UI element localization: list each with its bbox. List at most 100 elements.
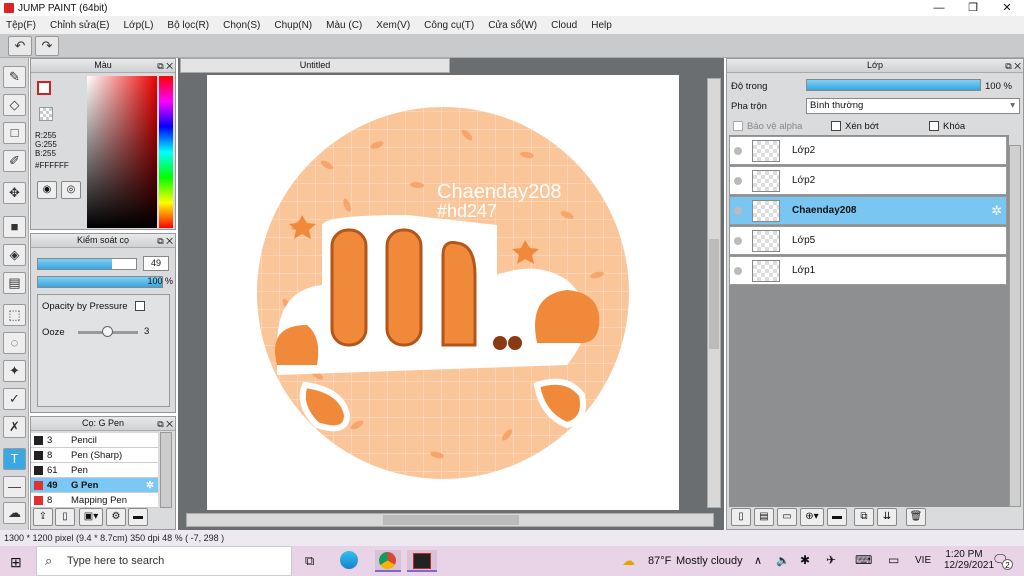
panel-controls-icon[interactable]: ⧉ ✕ [157, 60, 173, 73]
visibility-icon[interactable] [734, 267, 742, 275]
task-view-icon[interactable]: ⧉ [305, 553, 314, 569]
close-button[interactable]: ✕ [990, 0, 1024, 16]
vertical-scroll-thumb[interactable] [709, 239, 719, 349]
undo-button[interactable]: ↶ [8, 36, 32, 56]
chrome-taskbar-item[interactable] [375, 550, 401, 572]
menu-edit[interactable]: Chỉnh sửa(E) [50, 20, 110, 31]
menu-select[interactable]: Chọn(S) [223, 20, 260, 31]
layer-add-menu-icon[interactable]: ⊕▾ [800, 508, 824, 526]
ooze-slider-knob[interactable] [102, 326, 113, 337]
color-saturation-picker[interactable] [87, 76, 157, 228]
move-tool-icon[interactable]: ✥ [3, 182, 26, 204]
brush-size-field[interactable]: 49 [143, 256, 169, 271]
duplicate-layer-icon[interactable]: ⧉ [854, 508, 874, 526]
jumppaint-taskbar-item[interactable] [407, 550, 437, 572]
menu-tools[interactable]: Công cụ(T) [424, 20, 474, 31]
fill-rect-tool-icon[interactable]: ■ [3, 216, 26, 238]
brush-list-item[interactable]: 61 Pen [31, 463, 158, 478]
new-layer-icon[interactable]: ▯ [731, 508, 751, 526]
menu-help[interactable]: Help [591, 20, 612, 31]
menu-file[interactable]: Tệp(F) [6, 20, 36, 31]
chevron-up-icon[interactable]: ∧ [754, 554, 762, 567]
rect-select-tool-icon[interactable]: □ [3, 122, 26, 144]
canvas-page[interactable]: Chaenday208 #hd247 [207, 75, 679, 510]
brush-upload-icon[interactable]: ⇪ [33, 508, 53, 526]
brush-menu-icon[interactable]: ▣▾ [79, 508, 103, 526]
protect-alpha-checkbox[interactable] [733, 121, 743, 132]
search-box[interactable]: ⌕ Type here to search [36, 546, 292, 576]
layer-row[interactable]: Lớp1 [729, 256, 1007, 285]
brush-list-item[interactable]: 3 Pencil [31, 433, 158, 448]
menu-window[interactable]: Cửa sổ(W) [488, 20, 537, 31]
ooze-slider[interactable] [78, 326, 138, 337]
display-icon[interactable]: ▭ [888, 553, 899, 567]
lock-option[interactable]: Khóa [929, 121, 965, 132]
panel-controls-icon[interactable]: ⧉ ✕ [1005, 60, 1021, 73]
windows-start-icon[interactable]: ⊞ [10, 554, 22, 571]
select-pen-tool-icon[interactable]: ✓ [3, 388, 26, 410]
magic-wand-tool-icon[interactable]: ✦ [3, 360, 26, 382]
palette-icon[interactable]: ◉ [37, 181, 57, 199]
select-eraser-tool-icon[interactable]: ✗ [3, 416, 26, 438]
marquee-tool-icon[interactable]: ⬚ [3, 304, 26, 326]
gear-icon[interactable]: ✲ [146, 478, 154, 493]
document-tab[interactable]: Untitled [180, 58, 450, 73]
new-raster-layer-icon[interactable]: ▤ [754, 508, 774, 526]
keyboard-icon[interactable]: ⌨ [855, 553, 872, 567]
clipping-checkbox[interactable] [831, 121, 841, 132]
layer-opacity-slider[interactable] [806, 79, 981, 91]
redo-button[interactable]: ↷ [35, 36, 59, 56]
network-icon[interactable]: ✈ [826, 553, 836, 567]
menu-filter[interactable]: Bộ lọc(R) [167, 20, 209, 31]
new-text-layer-icon[interactable]: ▭ [777, 508, 797, 526]
layer-row[interactable]: Lớp2 [729, 136, 1007, 165]
menu-cloud[interactable]: Cloud [551, 20, 577, 31]
brush-list-item[interactable]: 8 Pen (Sharp) [31, 448, 158, 463]
visibility-icon[interactable] [734, 207, 742, 215]
blend-mode-select[interactable]: Bình thường ▾ [806, 98, 1020, 114]
horizontal-scrollbar[interactable] [186, 513, 714, 527]
gear-icon[interactable]: ✲ [991, 203, 1002, 219]
clipping-option[interactable]: Xén bớt [831, 121, 879, 132]
menu-color[interactable]: Màu (C) [326, 20, 362, 31]
volume-icon[interactable]: 🔈 [776, 554, 790, 567]
brush-list-item[interactable]: 49 G Pen ✲ [31, 478, 158, 493]
bucket-tool-icon[interactable]: ◈ [3, 244, 26, 266]
foreground-color-swatch[interactable] [37, 81, 51, 95]
menu-view[interactable]: Xem(V) [376, 20, 410, 31]
layer-row[interactable]: Chaenday208 ✲ [729, 196, 1007, 225]
lock-checkbox[interactable] [929, 121, 939, 132]
minimize-button[interactable]: — [922, 0, 956, 16]
panel-controls-icon[interactable]: ⧉ ✕ [157, 418, 173, 431]
panel-controls-icon[interactable]: ⧉ ✕ [157, 235, 173, 248]
vertical-scrollbar[interactable] [707, 78, 721, 508]
transparent-color-swatch[interactable] [39, 107, 53, 121]
horizontal-scroll-thumb[interactable] [383, 515, 519, 525]
merge-layer-icon[interactable]: ⇊ [877, 508, 897, 526]
gradient-tool-icon[interactable]: ▤ [3, 272, 26, 294]
brush-size-slider[interactable] [37, 258, 137, 270]
cloud-tool-icon[interactable]: ☁ [3, 502, 26, 524]
edge-icon[interactable] [340, 551, 358, 569]
lasso-tool-icon[interactable]: ◌ [3, 332, 26, 354]
line-tool-icon[interactable]: — [3, 476, 26, 498]
visibility-icon[interactable] [734, 147, 742, 155]
layer-list-scrollbar[interactable] [1009, 145, 1021, 507]
brush-tool-icon[interactable]: ✎ [3, 66, 26, 88]
new-folder-icon[interactable]: ▬ [827, 508, 847, 526]
clock[interactable]: 1:20 PM 12/29/2021 [944, 549, 994, 571]
eraser-tool-icon[interactable]: ◇ [3, 94, 26, 116]
layer-row[interactable]: Lớp2 [729, 166, 1007, 195]
opacity-pressure-checkbox[interactable] [135, 301, 146, 312]
brush-list-item[interactable]: 8 Mapping Pen [31, 493, 158, 508]
brush-folder-icon[interactable]: ▬ [128, 508, 148, 526]
weather-temp[interactable]: 87°F [648, 555, 671, 567]
protect-alpha-option[interactable]: Bảo vệ alpha [733, 121, 802, 132]
pen-tool-icon[interactable]: ✐ [3, 150, 26, 172]
palette-edit-icon[interactable]: ◎ [61, 181, 81, 199]
weather-text[interactable]: Mostly cloudy [676, 555, 743, 567]
visibility-icon[interactable] [734, 237, 742, 245]
visibility-icon[interactable] [734, 177, 742, 185]
new-brush-icon[interactable]: ▯ [55, 508, 75, 526]
brush-settings-icon[interactable]: ⚙ [106, 508, 126, 526]
